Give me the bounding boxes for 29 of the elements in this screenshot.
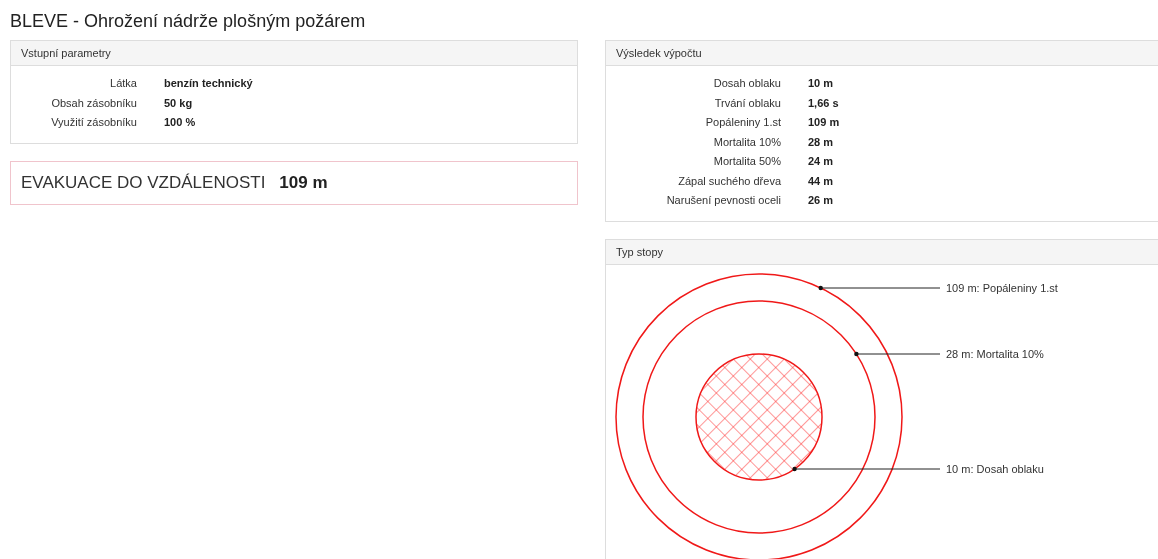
parameter-value: 50 kg bbox=[164, 95, 193, 111]
zone-label: 10 m: Dosah oblaku bbox=[946, 462, 1044, 475]
zone-label: 109 m: Popáleniny 1.st bbox=[946, 281, 1058, 294]
result-label: Dosah oblaku bbox=[712, 76, 781, 91]
result-value: 109 m bbox=[808, 115, 840, 130]
result-label: Narušení pevnosti oceli bbox=[665, 193, 781, 208]
result-value: 1,66 s bbox=[808, 95, 839, 111]
panel-heading: Vstupní parametry bbox=[11, 41, 577, 66]
result-value: 24 m bbox=[808, 154, 834, 169]
evacuation-value: 109 m bbox=[279, 172, 328, 193]
result-label: Popáleniny 1.st bbox=[704, 115, 781, 130]
parameter-label: Obsah zásobníku bbox=[50, 95, 137, 111]
page-title: BLEVE - Ohrožení nádrže plošným požárem bbox=[9, 10, 367, 30]
result-value: 26 m bbox=[808, 193, 834, 208]
result-value: 28 m bbox=[808, 134, 834, 150]
result-label: Mortalita 50% bbox=[712, 154, 781, 169]
result-value: 10 m bbox=[808, 76, 834, 91]
result-value: 44 m bbox=[808, 173, 834, 189]
panel-heading: Výsledek výpočtu bbox=[606, 41, 1158, 66]
zone-label: 28 m: Mortalita 10% bbox=[946, 347, 1044, 360]
result-label: Trvání oblaku bbox=[713, 95, 781, 111]
parameter-label: Využití zásobníku bbox=[50, 115, 137, 130]
parameter-label: Látka bbox=[109, 76, 137, 91]
parameter-value: 100 % bbox=[164, 115, 196, 130]
result-label: Zápal suchého dřeva bbox=[677, 173, 781, 189]
evacuation-label: EVAKUACE DO VZDÁLENOSTI bbox=[21, 172, 266, 193]
parameter-value: benzín technický bbox=[164, 76, 253, 91]
result-label: Mortalita 10% bbox=[712, 134, 781, 150]
panel-heading: Typ stopy bbox=[606, 239, 1158, 265]
